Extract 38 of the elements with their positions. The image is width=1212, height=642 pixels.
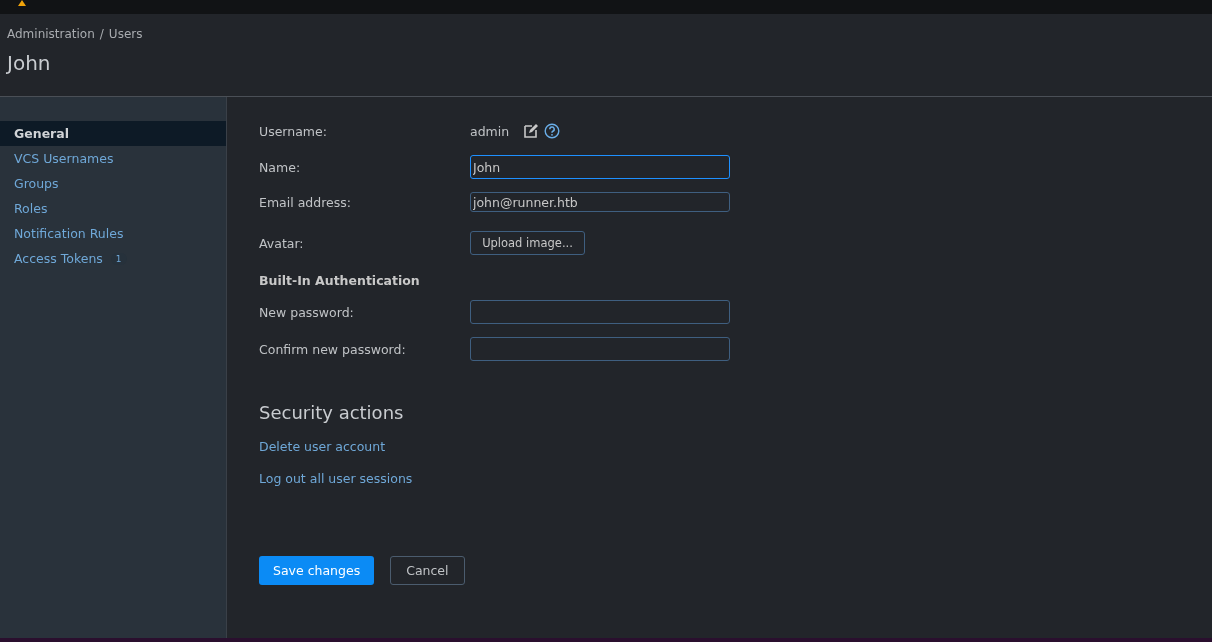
confirm-password-field[interactable] <box>470 337 730 361</box>
help-icon[interactable] <box>544 123 561 139</box>
section-heading: Security actions <box>259 402 405 423</box>
field-label: Avatar: <box>259 235 305 251</box>
sidebar-item[interactable]: Roles <box>0 196 226 221</box>
username-value: admin <box>470 123 510 139</box>
email-field[interactable]: john@runner.htb <box>470 192 730 212</box>
field-label: Username: <box>259 123 328 139</box>
upload-image-button[interactable]: Upload image... <box>470 231 585 255</box>
cancel-button[interactable]: Cancel <box>390 556 465 585</box>
sidebar-item[interactable]: VCS Usernames <box>0 146 226 171</box>
sidebar-item-label: Notification Rules <box>14 226 124 241</box>
edit-icon[interactable] <box>523 123 540 139</box>
sidebar-item-label: VCS Usernames <box>14 151 114 166</box>
save-button[interactable]: Save changes <box>259 556 375 585</box>
action-link[interactable]: Log out all user sessions <box>259 471 413 486</box>
field-label: Confirm new password: <box>259 341 407 357</box>
section-heading: Built-In Authentication <box>259 273 421 288</box>
action-link[interactable]: Delete user account <box>259 439 386 454</box>
sidebar-item[interactable]: General <box>0 121 226 146</box>
sidebar-item-label: General <box>14 126 69 141</box>
breadcrumb-link[interactable]: Administration <box>7 27 95 41</box>
name-field[interactable]: John <box>470 155 730 179</box>
breadcrumb-separator: / <box>99 27 104 41</box>
breadcrumb-link[interactable]: Users <box>108 27 143 41</box>
warning-icon <box>16 0 28 6</box>
field-label: New password: <box>259 304 355 320</box>
sidebar-item[interactable]: Access Tokens 1 <box>0 246 226 271</box>
field-label: Name: <box>259 159 302 175</box>
sidebar-item-label: Access Tokens <box>14 251 103 266</box>
sidebar-item[interactable]: Groups <box>0 171 226 196</box>
new-password-field[interactable] <box>470 300 730 324</box>
page-title: John <box>7 51 52 75</box>
count-badge: 1 <box>110 252 127 265</box>
sidebar-item-label: Groups <box>14 176 59 191</box>
sidebar-item[interactable]: Notification Rules <box>0 221 226 246</box>
sidebar-item-label: Roles <box>14 201 48 216</box>
field-label: Email address: <box>259 194 352 210</box>
